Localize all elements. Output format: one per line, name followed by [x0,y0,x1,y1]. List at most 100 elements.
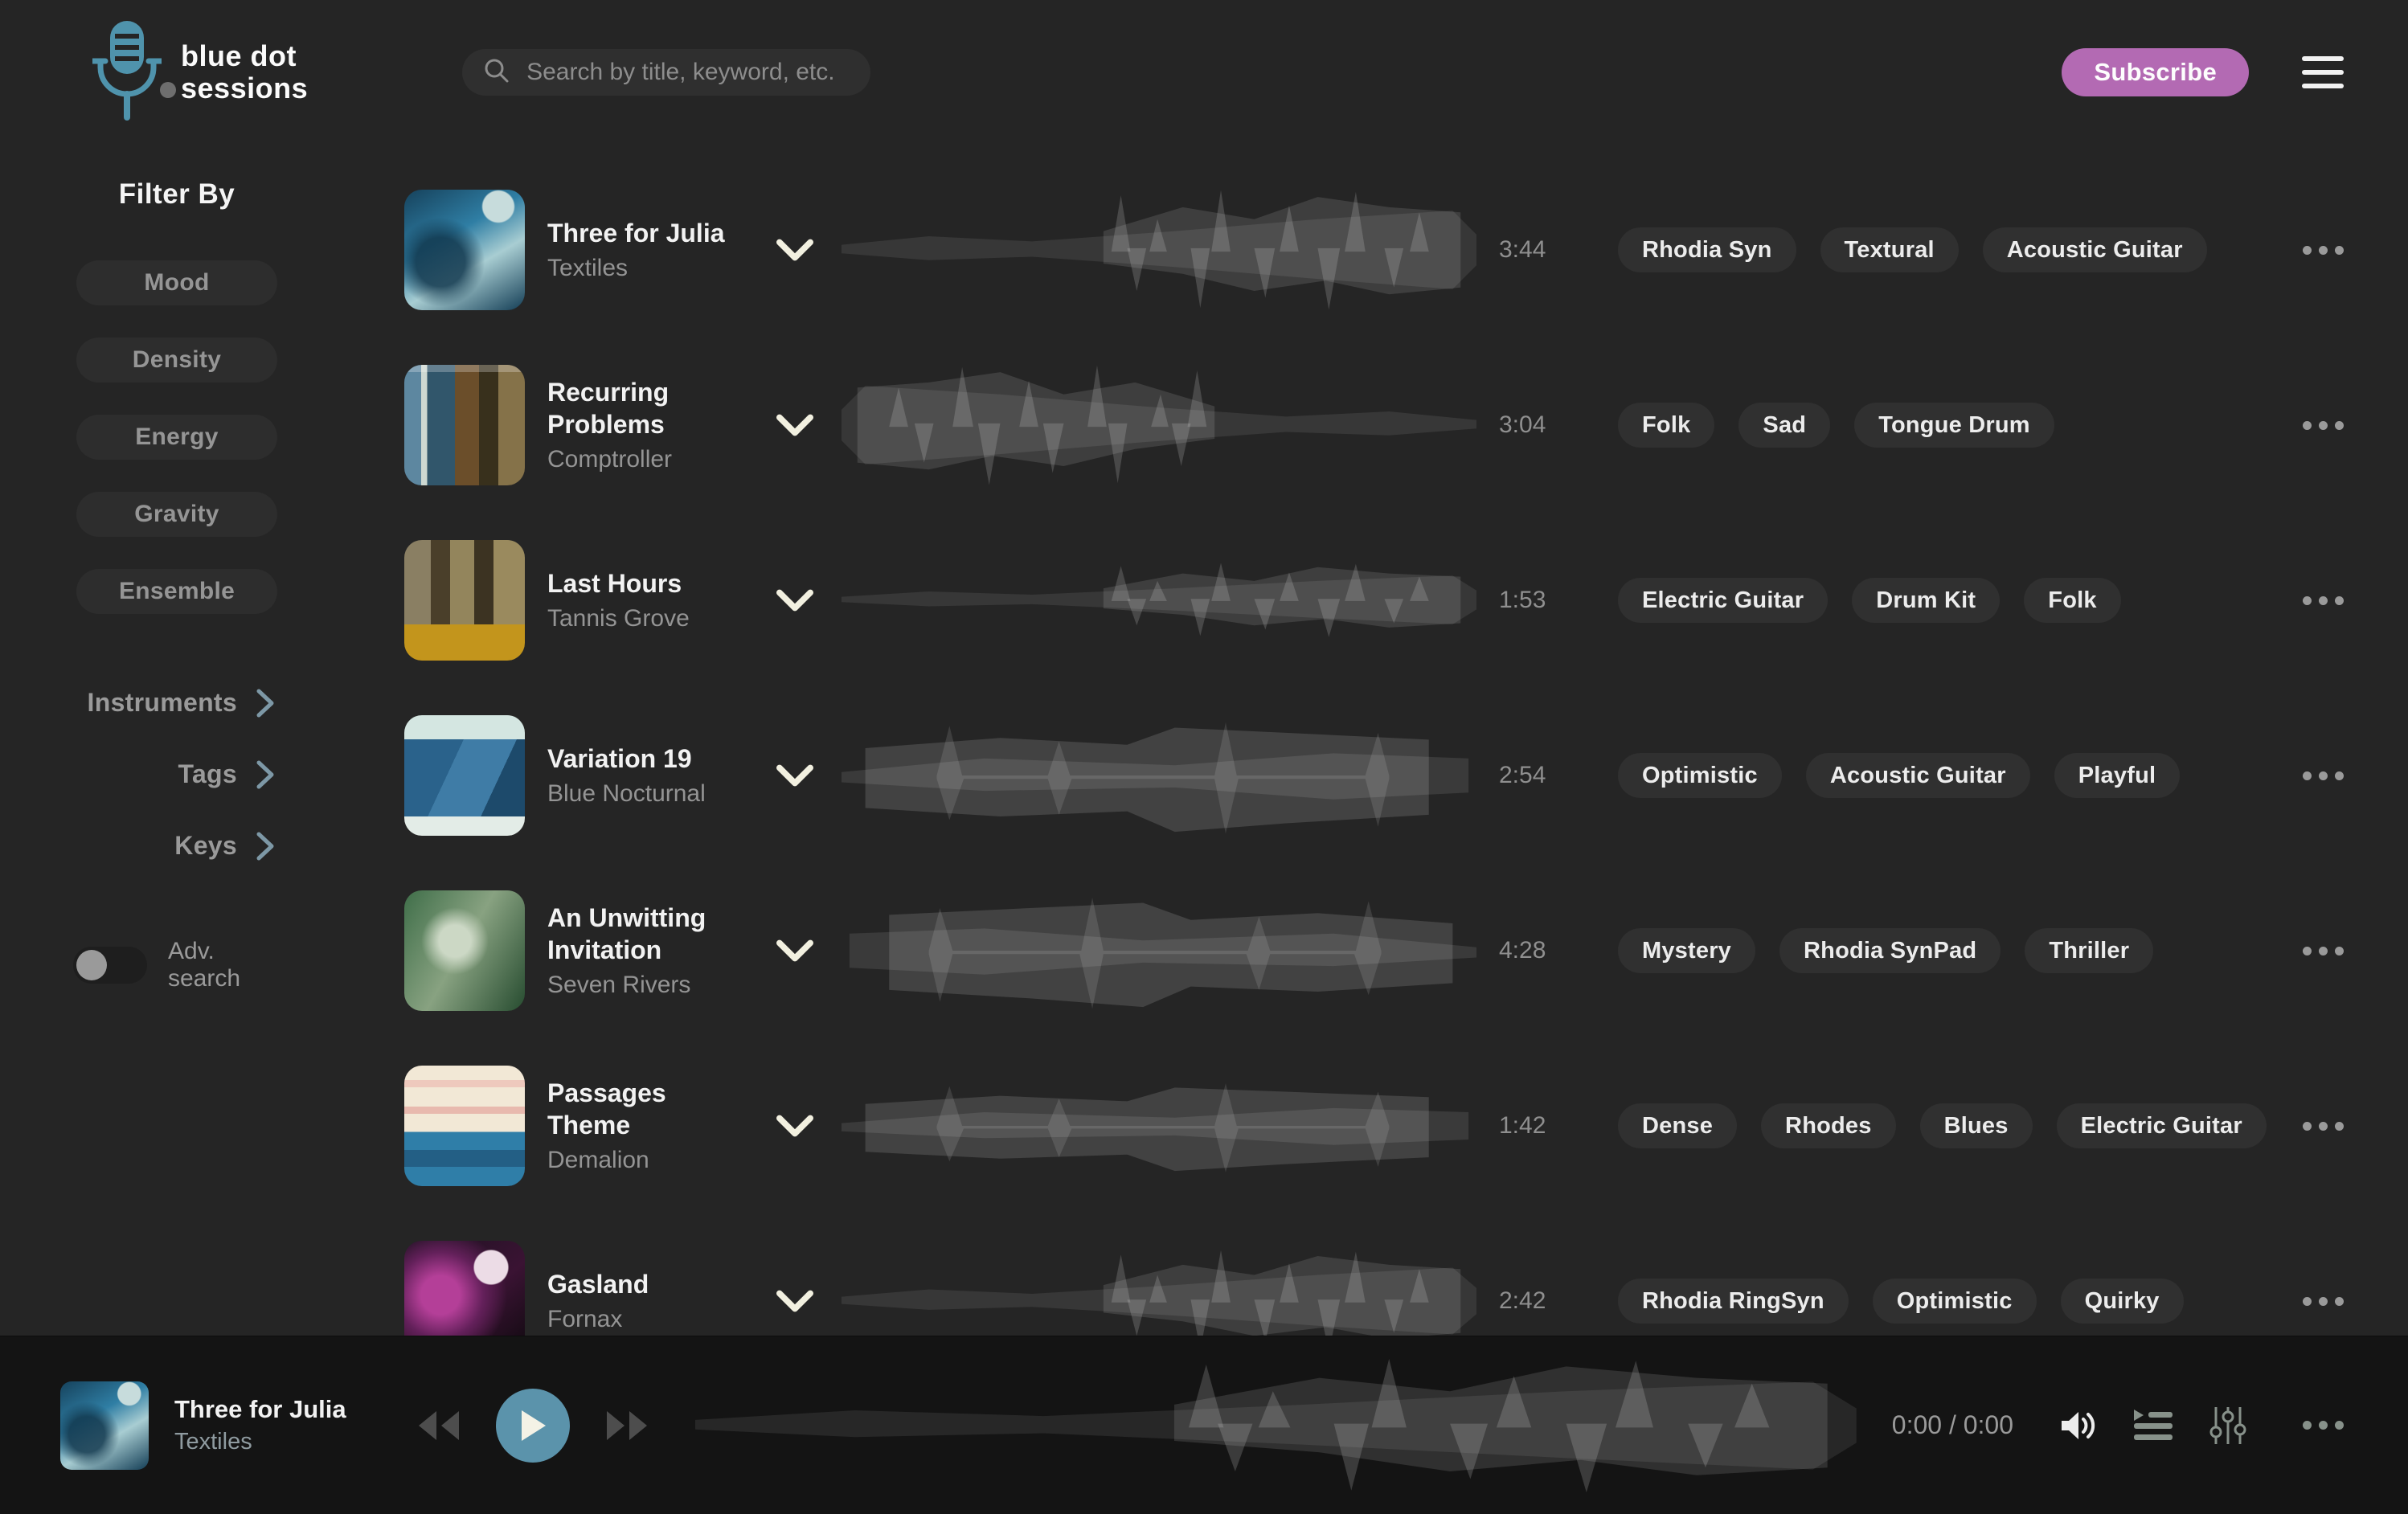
search-icon [483,57,510,88]
tag-pill[interactable]: Dense [1618,1103,1737,1148]
play-button[interactable] [496,1389,570,1463]
chevron-down-icon[interactable] [771,764,819,787]
tag-pill[interactable]: Sad [1738,403,1830,448]
adv-search-label: Adv. search [168,938,277,992]
instruments-label: Instruments [88,688,237,718]
album-name: Comptroller [547,445,748,474]
filter-gravity-button[interactable]: Gravity [76,492,277,537]
chevron-right-icon [256,689,274,718]
waveform[interactable] [842,1058,1476,1194]
logo[interactable]: blue dot sessions [92,19,308,126]
tag-pill[interactable]: Textural [1820,227,1959,272]
chevron-down-icon[interactable] [771,414,819,436]
album-art[interactable] [404,365,525,485]
hamburger-icon[interactable] [2302,51,2344,93]
track-duration: 1:53 [1499,587,1595,614]
album-art[interactable] [404,1241,525,1336]
album-art[interactable] [404,540,525,661]
tag-pill[interactable]: Quirky [2061,1279,2184,1324]
player-waveform[interactable] [695,1349,1857,1502]
rewind-icon[interactable] [416,1410,462,1442]
track-row[interactable]: Three for Julia Textiles 3:44 Rhodia Syn… [404,162,2344,338]
tag-pill[interactable]: Electric Guitar [1618,578,1828,623]
chevron-down-icon[interactable] [771,589,819,612]
tag-pill[interactable]: Mystery [1618,928,1755,973]
tag-pill[interactable]: Thriller [2025,928,2153,973]
adv-search-toggle-row[interactable]: Adv. search [73,938,277,992]
filter-density-button[interactable]: Density [76,338,277,383]
filter-ensemble-button[interactable]: Ensemble [76,569,277,614]
play-icon [518,1409,547,1442]
now-playing-art [60,1381,149,1470]
ellipsis-icon[interactable] [2295,1297,2344,1306]
fast-forward-icon[interactable] [604,1410,650,1442]
tag-pill[interactable]: Rhodia Syn [1618,227,1796,272]
sidebar-item-instruments[interactable]: Instruments [76,688,277,718]
tag-pill[interactable]: Folk [1618,403,1714,448]
album-art[interactable] [404,890,525,1011]
queue-icon[interactable] [2132,1408,2174,1443]
track-row[interactable]: Variation 19 Blue Nocturnal 2:54 Optimis… [404,688,2344,863]
album-art[interactable] [404,190,525,310]
album-art[interactable] [404,715,525,836]
track-duration: 4:28 [1499,937,1595,964]
track-row[interactable]: Passages Theme Demalion 1:42 Dense Rhode… [404,1038,2344,1213]
filter-energy-button[interactable]: Energy [76,415,277,460]
track-row[interactable]: Recurring Problems Comptroller 3:04 Folk… [404,338,2344,513]
tag-pill[interactable]: Rhodes [1761,1103,1896,1148]
tag-pill[interactable]: Optimistic [1618,753,1782,798]
chevron-down-icon[interactable] [771,1115,819,1137]
tag-pill[interactable]: Rhodia SynPad [1779,928,2001,973]
tag-pill[interactable]: Acoustic Guitar [1983,227,2207,272]
tag-pill[interactable]: Folk [2024,578,2120,623]
waveform[interactable] [842,882,1476,1019]
tag-pill[interactable]: Drum Kit [1852,578,2000,623]
player-time: 0:00 / 0:00 [1892,1410,2013,1440]
track-row[interactable]: An Unwitting Invitation Seven Rivers 4:2… [404,863,2344,1038]
waveform[interactable] [842,532,1476,669]
filter-sidebar: Filter By Mood Density Energy Gravity En… [0,145,404,1336]
top-bar: blue dot sessions Subscribe [0,0,2408,145]
speaker-icon[interactable] [2060,1409,2097,1442]
ellipsis-icon[interactable] [2295,947,2344,955]
tag-pill[interactable]: Tongue Drum [1854,403,2054,448]
subscribe-button[interactable]: Subscribe [2062,48,2249,96]
tag-pill[interactable]: Blues [1920,1103,2033,1148]
tag-pill[interactable]: Optimistic [1873,1279,2037,1324]
ellipsis-icon[interactable] [2295,421,2344,430]
waveform[interactable] [842,182,1476,318]
tag-pill[interactable]: Electric Guitar [2057,1103,2267,1148]
track-title: Passages Theme [547,1077,748,1141]
album-name: Tannis Grove [547,604,748,633]
album-name: Fornax [547,1305,748,1334]
ellipsis-icon[interactable] [2295,246,2344,255]
tag-pill[interactable]: Rhodia RingSyn [1618,1279,1849,1324]
album-name: Demalion [547,1146,748,1175]
sidebar-item-tags[interactable]: Tags [76,759,277,789]
sliders-icon[interactable] [2209,1406,2246,1446]
waveform[interactable] [842,707,1476,844]
filter-mood-button[interactable]: Mood [76,260,277,305]
waveform[interactable] [842,1233,1476,1336]
ellipsis-icon[interactable] [2295,771,2344,780]
album-name: Seven Rivers [547,971,748,1000]
tag-pill[interactable]: Playful [2054,753,2181,798]
adv-search-toggle[interactable] [73,947,147,984]
album-art[interactable] [404,1066,525,1186]
search-bar[interactable] [462,49,870,96]
tag-pill[interactable]: Acoustic Guitar [1806,753,2030,798]
track-duration: 2:54 [1499,762,1595,789]
track-row[interactable]: Last Hours Tannis Grove 1:53 Electric Gu… [404,513,2344,688]
chevron-down-icon[interactable] [771,1290,819,1312]
ellipsis-icon[interactable] [2295,1122,2344,1131]
chevron-down-icon[interactable] [771,939,819,962]
ellipsis-icon[interactable] [2303,1421,2344,1430]
waveform[interactable] [842,357,1476,493]
track-row[interactable]: Gasland Fornax 2:42 Rhodia RingSyn Optim… [404,1213,2344,1336]
search-input[interactable] [526,59,850,86]
chevron-down-icon[interactable] [771,239,819,261]
ellipsis-icon[interactable] [2295,596,2344,605]
track-list: Three for Julia Textiles 3:44 Rhodia Syn… [404,145,2344,1336]
sidebar-item-keys[interactable]: Keys [76,831,277,861]
chevron-right-icon [256,832,274,861]
